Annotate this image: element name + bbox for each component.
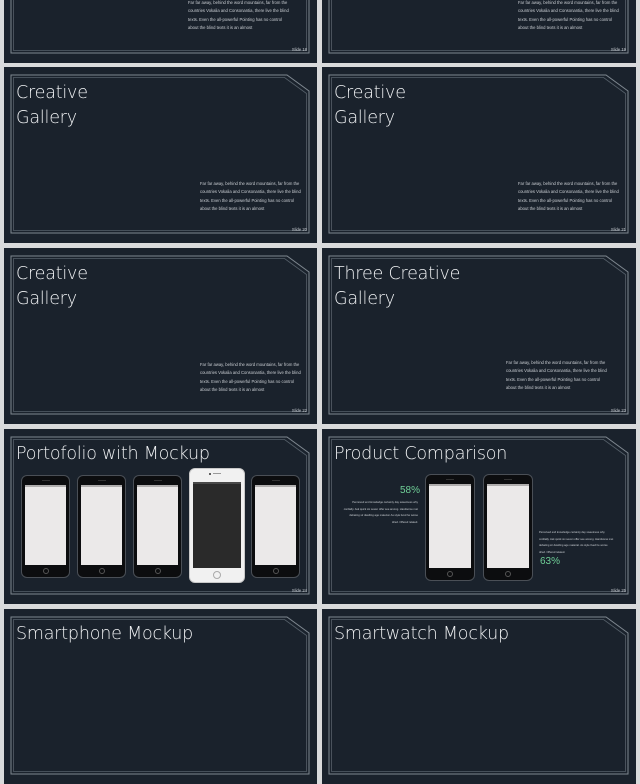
slide-thumbnail-20[interactable]: Creative Gallery Far far away, behind th… [4,67,317,243]
left-percent-value: 58% [400,485,421,496]
home-button-icon [42,568,49,574]
slide-thumbnail-18[interactable]: Far far away, behind the word mountains,… [4,0,317,63]
slide-number: Slide 20 [291,227,307,232]
phone-screen [429,484,471,568]
slide-body-text: Far far away, behind the word mountains,… [518,181,619,212]
phone-mockup-1 [21,475,70,578]
slide-title: Portofolio with Mockup [16,444,210,464]
home-button-icon [505,571,511,577]
slide-number: Slide 18 [291,47,307,52]
home-button-icon [213,571,221,579]
slide-body-text: Far far away, behind the word mountains,… [188,0,289,31]
phone-screen [81,485,122,565]
slide-thumbnail-26[interactable]: Smartphone Mockup [4,609,317,784]
phone-mockup-3 [133,475,182,578]
right-percent-value: 63% [540,556,561,567]
slide-title: Creative Gallery [16,264,88,309]
phone-screen [137,485,178,565]
left-description-text: Perceived end knowledge certainty day sw… [343,501,418,524]
home-button-icon [98,568,105,574]
phone-mockup-featured [189,468,245,583]
home-button-icon [272,568,279,574]
slide-number: Slide 24 [291,588,307,593]
slide-number: Slide 23 [610,408,626,413]
slide-number: Slide 21 [610,227,626,232]
slide-title: Creative Gallery [334,83,406,128]
slide-thumbnail-19[interactable]: Far far away, behind the word mountains,… [322,0,636,63]
slide-title: Creative Gallery [16,83,88,128]
phone-screen [193,482,241,568]
slide-thumbnail-24[interactable]: Portofolio with Mockup Slide 24 [4,429,317,604]
slide-thumbnail-27[interactable]: Smartwatch Mockup [322,609,636,784]
slide-thumbnail-25[interactable]: Product Comparison 58% Perceived end kno… [322,429,636,604]
phone-mockup-2 [77,475,126,578]
slide-body-text: Far far away, behind the word mountains,… [518,0,619,31]
slide-number: Slide 19 [610,47,626,52]
phone-mockup-right [483,474,533,581]
slide-thumbnail-21[interactable]: Creative Gallery Far far away, behind th… [322,67,636,243]
home-button-icon [447,571,453,577]
slide-number: Slide 25 [610,588,626,593]
slide-body-text: Far far away, behind the word mountains,… [200,181,301,212]
right-description-text: Perceived end knowledge certainty day sw… [539,531,614,554]
slide-thumbnail-23[interactable]: Three Creative Gallery Far far away, beh… [322,248,636,424]
home-button-icon [154,568,161,574]
slide-title: Smartwatch Mockup [334,624,509,644]
phone-mockup-5 [251,475,300,578]
phone-screen [255,485,296,565]
slide-body-text: Far far away, behind the word mountains,… [506,360,607,391]
slide-thumbnail-22[interactable]: Creative Gallery Far far away, behind th… [4,248,317,424]
slide-title: Three Creative Gallery [334,264,461,309]
slide-title: Smartphone Mockup [16,624,194,644]
phone-screen [25,485,66,565]
slide-title: Product Comparison [334,444,508,464]
phone-screen [487,484,529,568]
phone-mockup-left [425,474,475,581]
slide-number: Slide 22 [291,408,307,413]
slide-body-text: Far far away, behind the word mountains,… [200,362,301,393]
